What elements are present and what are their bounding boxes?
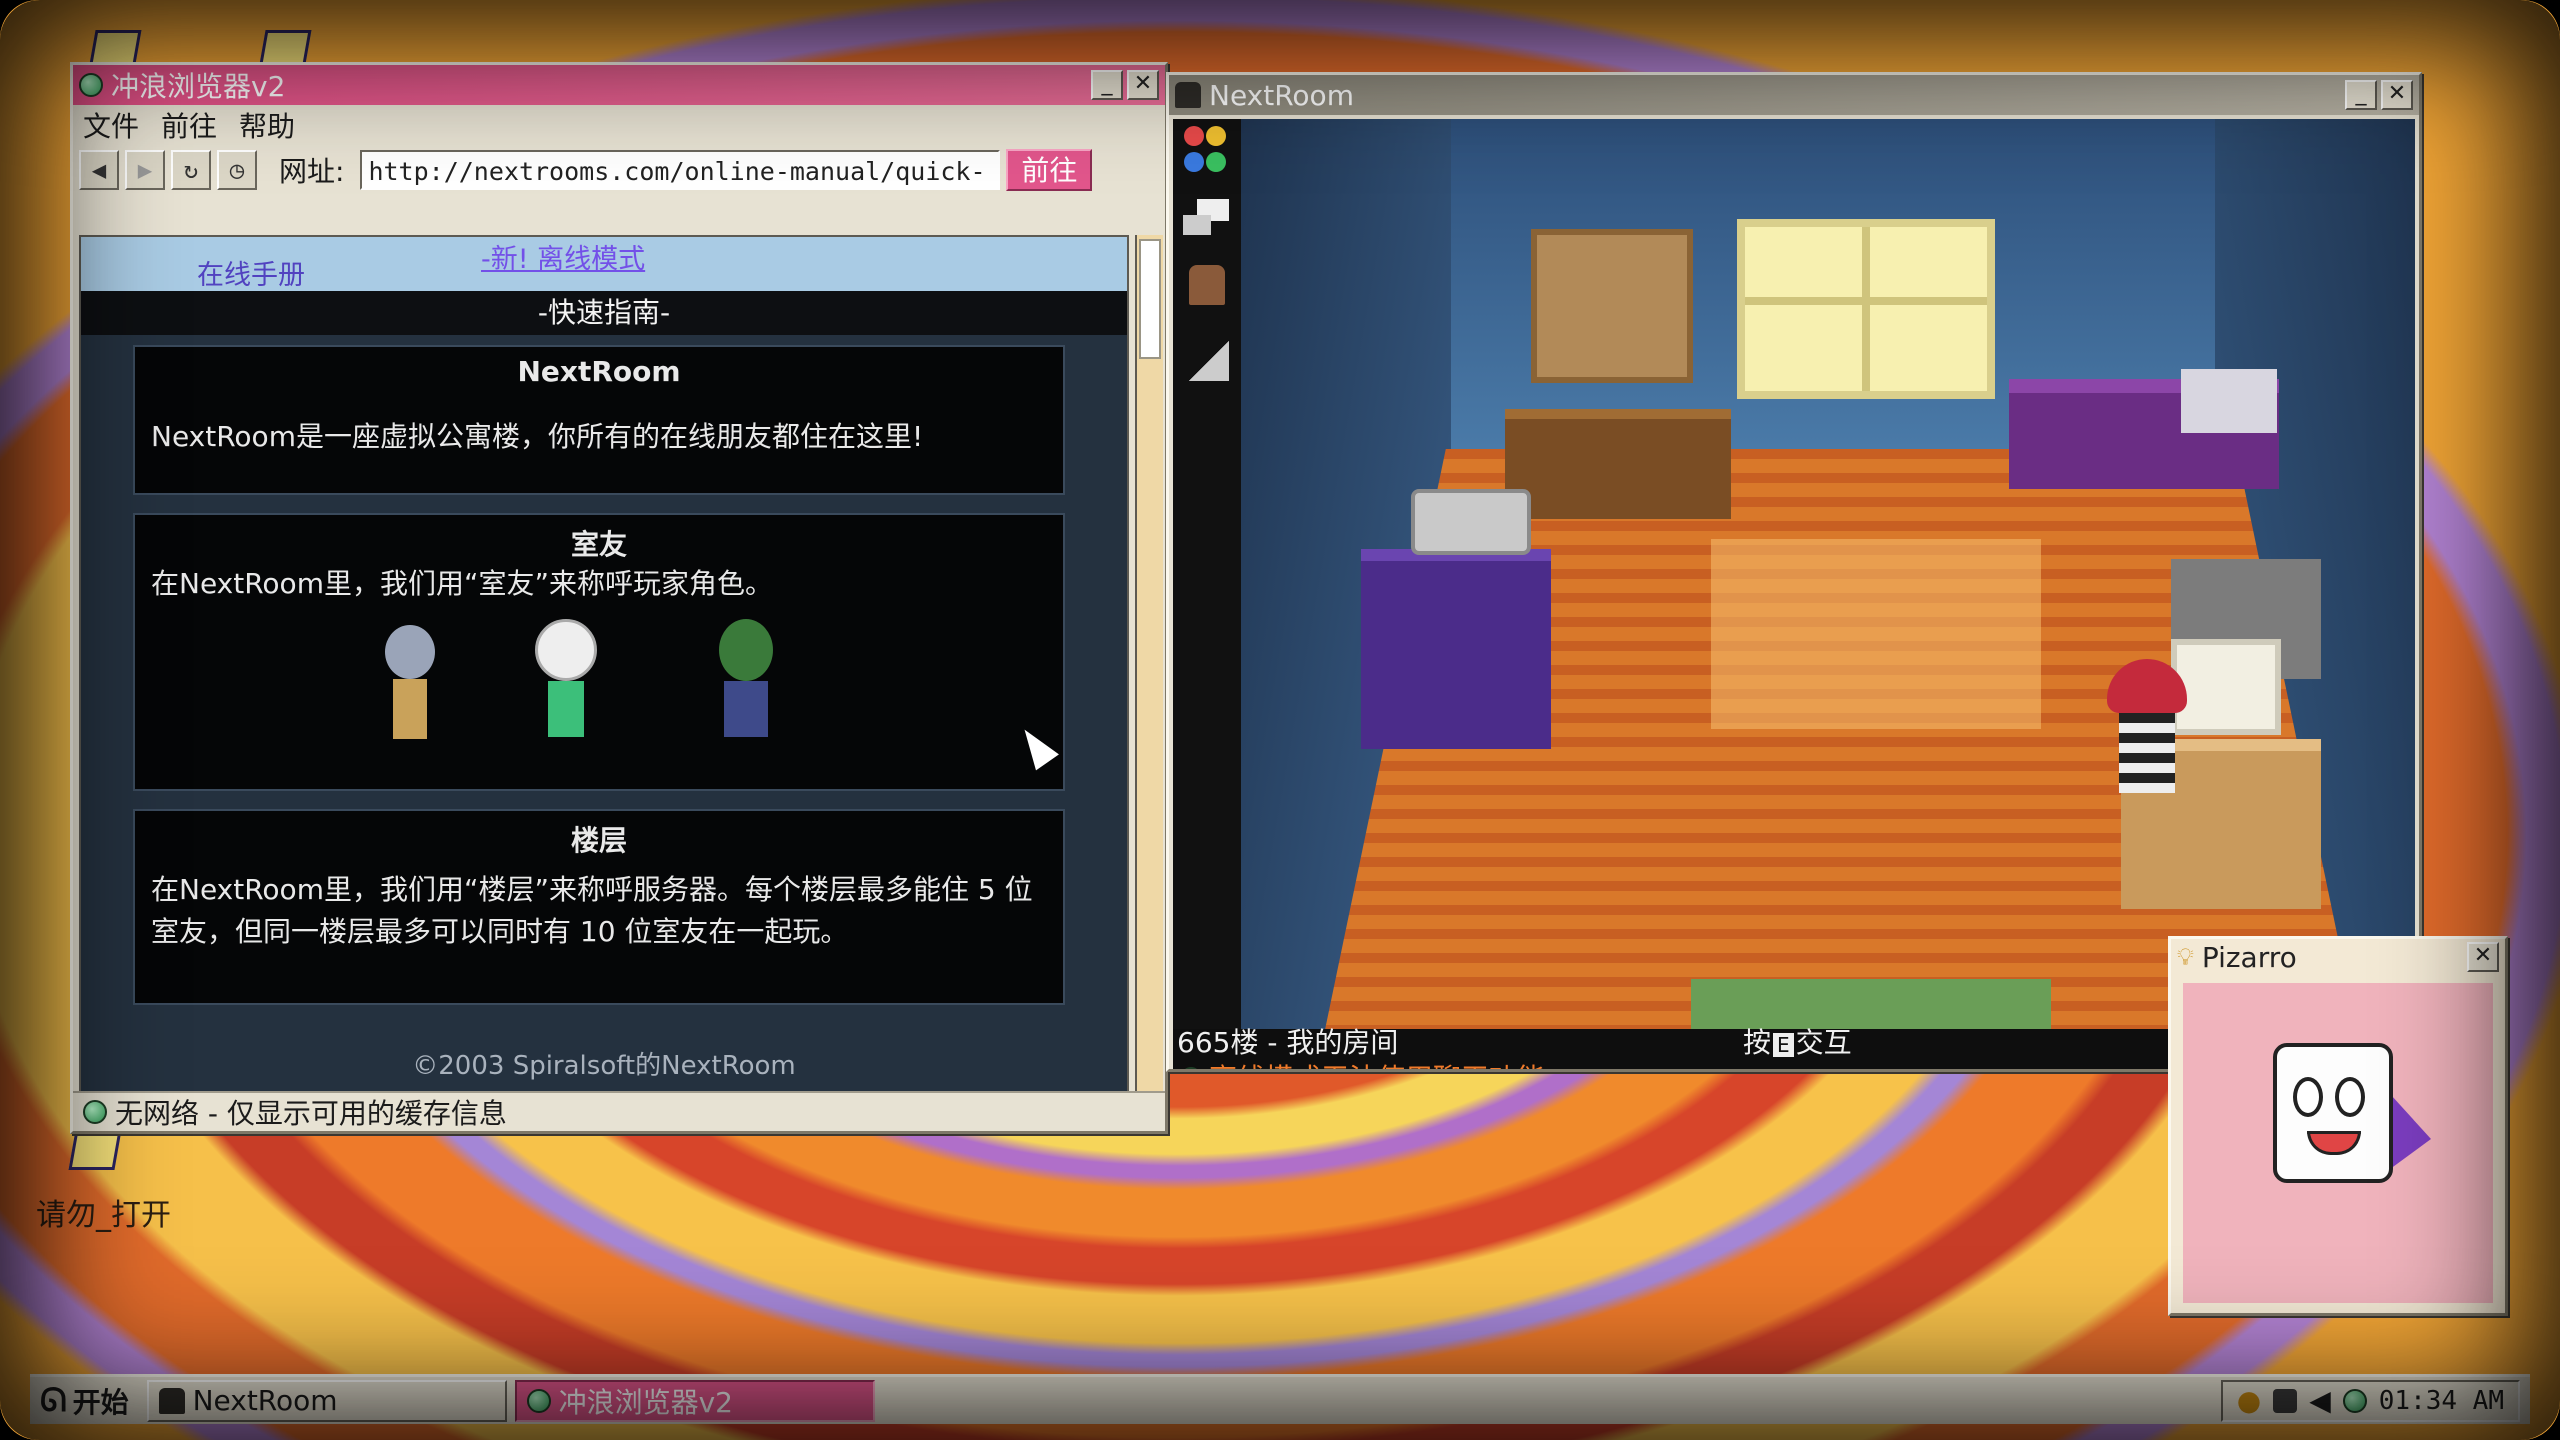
back-arrow-icon[interactable]: ◀ xyxy=(79,150,119,190)
room-scene[interactable] xyxy=(1241,119,2415,1029)
backpack-icon[interactable] xyxy=(1183,265,1231,305)
roommate-figure xyxy=(385,625,435,739)
close-button[interactable]: ✕ xyxy=(1127,70,1159,100)
scrollbar-thumb[interactable] xyxy=(1139,239,1161,359)
refresh-icon[interactable]: ↻ xyxy=(171,150,211,190)
network-card-icon[interactable] xyxy=(2273,1388,2298,1413)
interact-prompt: 按 E 交互 xyxy=(1743,1026,1852,1059)
key-e-icon: E xyxy=(1773,1033,1794,1057)
game-titlebar[interactable]: NextRoom _ ✕ xyxy=(1169,75,2419,115)
pizarro-title: Pizarro xyxy=(2201,940,2297,974)
game-side-panel xyxy=(1173,119,1241,1029)
globe-icon xyxy=(1181,1067,1201,1069)
menu-file[interactable]: 文件 xyxy=(83,105,139,145)
menu-go[interactable]: 前往 xyxy=(161,105,217,145)
game-title: NextRoom xyxy=(1209,78,1354,112)
browser-globe-icon xyxy=(79,73,103,97)
go-button[interactable]: 前往 xyxy=(1006,149,1093,191)
status-text: 无网络 - 仅显示可用的缓存信息 xyxy=(115,1097,507,1130)
pizarro-portrait xyxy=(2183,983,2493,1303)
player-character xyxy=(2107,659,2187,829)
lightbulb-icon[interactable]: ● xyxy=(2237,1384,2261,1417)
manual-link[interactable]: 在线手册 xyxy=(197,253,305,292)
web-page: 在线手册 -新! 离线模式 -快速指南- NextRoom NextRoom是一… xyxy=(79,235,1129,1093)
nextroom-app-icon xyxy=(158,1387,185,1414)
close-button[interactable]: ✕ xyxy=(2467,942,2499,972)
corkboard[interactable] xyxy=(1531,229,1693,383)
page-scrollbar[interactable] xyxy=(1135,235,1163,1093)
signal-stairs-icon[interactable] xyxy=(1183,341,1231,381)
browser-menubar: 文件 前往 帮助 xyxy=(73,105,1165,145)
spiral-logo-icon: ᘏ xyxy=(40,1381,67,1419)
lightbulb-icon: 💡︎ xyxy=(2177,943,2194,971)
task-browser[interactable]: 冲浪浏览器v2 xyxy=(514,1379,875,1422)
section-body: 在NextRoom里，我们用“楼层”来称呼服务器。每个楼层最多能住 5 位室友，… xyxy=(151,873,1033,948)
start-button[interactable]: ᘏ 开始 xyxy=(30,1381,139,1421)
rug xyxy=(1711,539,2041,729)
pizarro-titlebar[interactable]: 💡︎ Pizarro ✕ xyxy=(2171,939,2505,975)
browser-toolbar: ◀ ▶ ↻ ◷ 网址: http://nextrooms.com/online-… xyxy=(73,145,1165,195)
game-viewport[interactable]: 665楼 - 我的房间 按E交互 离线模式无法使用聊天功能 xyxy=(1173,119,2415,1069)
desktop-icon-label[interactable]: 请勿_打开 xyxy=(36,1190,171,1234)
section-body: 在NextRoom里，我们用“室友”来称呼玩家角色。 xyxy=(151,567,773,600)
location-label: 665楼 - 我的房间 xyxy=(1177,1026,1399,1059)
globe-icon[interactable] xyxy=(2342,1388,2367,1413)
room-window xyxy=(1737,219,1995,399)
offline-mode-link[interactable]: -新! 离线模式 xyxy=(481,237,645,276)
roommate-figure xyxy=(719,619,773,737)
section-body: NextRoom是一座虚拟公寓楼，你所有的在线朋友都住在这里! xyxy=(151,420,924,453)
desktop-file-icon[interactable] xyxy=(68,1130,132,1180)
browser-globe-icon xyxy=(526,1388,551,1413)
computer[interactable] xyxy=(2171,639,2281,735)
close-button[interactable]: ✕ xyxy=(2381,80,2413,110)
url-input[interactable]: http://nextrooms.com/online-manual/quick… xyxy=(360,150,1001,190)
clock: 01:34 AM xyxy=(2378,1385,2504,1416)
system-tray: ● ◀ 01:34 AM xyxy=(2220,1379,2520,1422)
speaker-icon[interactable]: ◀ xyxy=(2309,1384,2331,1417)
page-footer: ©2003 Spiralsoft的NextRoom xyxy=(412,1051,796,1081)
browser-statusbar: 无网络 - 仅显示可用的缓存信息 xyxy=(73,1091,1165,1131)
emote-faces-icon[interactable] xyxy=(1183,125,1231,172)
clock-icon[interactable]: ◷ xyxy=(217,150,257,190)
pillow xyxy=(2181,369,2277,433)
minimize-button[interactable]: _ xyxy=(2345,80,2377,110)
pizarro-window: 💡︎ Pizarro ✕ xyxy=(2168,936,2508,1316)
forward-arrow-icon[interactable]: ▶ xyxy=(125,150,165,190)
menu-help[interactable]: 帮助 xyxy=(239,105,295,145)
quick-guide-heading: -快速指南- xyxy=(81,291,1127,335)
section-nextroom: NextRoom NextRoom是一座虚拟公寓楼，你所有的在线朋友都住在这里! xyxy=(133,345,1065,495)
browser-titlebar[interactable]: 冲浪浏览器v2 _ ✕ xyxy=(73,65,1165,105)
section-heading: 室友 xyxy=(570,528,627,561)
section-heading: 楼层 xyxy=(570,824,627,857)
browser-title: 冲浪浏览器v2 xyxy=(111,70,286,103)
roommate-figure xyxy=(535,619,597,737)
chat-notice: 离线模式无法使用聊天功能 xyxy=(1181,1057,1545,1069)
section-heading: NextRoom xyxy=(517,355,681,388)
nightstand[interactable] xyxy=(1361,549,1551,749)
nextroom-app-icon xyxy=(1175,82,1201,108)
dresser[interactable] xyxy=(1505,409,1731,519)
section-roommates: 室友 在NextRoom里，我们用“室友”来称呼玩家角色。 xyxy=(133,513,1065,791)
boombox[interactable] xyxy=(1411,489,1531,555)
section-floors: 楼层 在NextRoom里，我们用“楼层”来称呼服务器。每个楼层最多能住 5 位… xyxy=(133,809,1065,1005)
browser-window: 冲浪浏览器v2 _ ✕ 文件 前往 帮助 ◀ ▶ ↻ ◷ 网址: http://… xyxy=(70,62,1168,1134)
url-label: 网址: xyxy=(279,155,345,188)
minimize-button[interactable]: _ xyxy=(1091,70,1123,100)
task-nextroom[interactable]: NextRoom xyxy=(146,1379,507,1422)
network-status-icon xyxy=(83,1100,107,1124)
chat-bubble-icon[interactable] xyxy=(1183,199,1231,239)
page-header: 在线手册 -新! 离线模式 xyxy=(81,237,1127,291)
taskbar: ᘏ 开始 NextRoom 冲浪浏览器v2 ● ◀ 01:34 AM xyxy=(30,1374,2530,1424)
pizarro-mascot xyxy=(2273,1043,2393,1183)
game-window: NextRoom _ ✕ 665楼 - 我的房间 按 E 交互 xyxy=(1166,72,2422,1072)
